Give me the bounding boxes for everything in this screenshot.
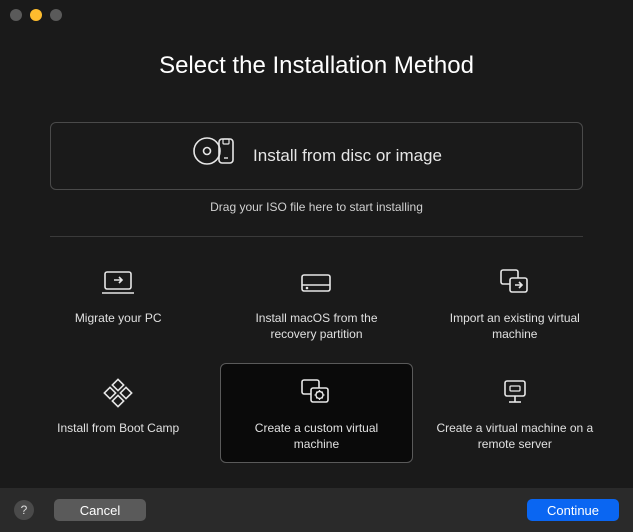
option-migrate-pc[interactable]: Migrate your PC <box>22 253 214 353</box>
option-label: Import an existing virtual machine <box>430 310 600 342</box>
minimize-window-button[interactable] <box>30 9 42 21</box>
option-label: Install from Boot Camp <box>57 420 179 436</box>
option-install-macos-recovery[interactable]: Install macOS from the recovery partitio… <box>220 253 412 353</box>
dropzone-label: Install from disc or image <box>253 146 442 166</box>
page-title: Select the Installation Method <box>0 52 633 80</box>
footer: ? Cancel Continue <box>0 488 633 532</box>
help-button[interactable]: ? <box>14 500 34 520</box>
maximize-window-button[interactable] <box>50 9 62 21</box>
disc-image-icon <box>191 134 239 168</box>
install-from-disc-dropzone[interactable]: Install from disc or image <box>50 122 583 190</box>
option-create-remote-vm[interactable]: Create a virtual machine on a remote ser… <box>419 363 611 463</box>
migrate-pc-icon <box>101 266 135 300</box>
cancel-button[interactable]: Cancel <box>54 499 146 521</box>
option-label: Create a custom virtual machine <box>231 420 401 452</box>
close-window-button[interactable] <box>10 9 22 21</box>
option-create-custom-vm[interactable]: Create a custom virtual machine <box>220 363 412 463</box>
bootcamp-icon <box>103 376 133 410</box>
hard-drive-icon <box>300 266 332 300</box>
option-label: Migrate your PC <box>75 310 162 326</box>
import-vm-icon <box>498 266 532 300</box>
continue-button[interactable]: Continue <box>527 499 619 521</box>
option-label: Install macOS from the recovery partitio… <box>231 310 401 342</box>
option-install-bootcamp[interactable]: Install from Boot Camp <box>22 363 214 463</box>
dropzone-hint: Drag your ISO file here to start install… <box>50 200 583 214</box>
divider <box>50 236 583 237</box>
option-label: Create a virtual machine on a remote ser… <box>430 420 600 452</box>
custom-vm-icon <box>299 376 333 410</box>
titlebar <box>0 0 633 30</box>
options-grid: Migrate your PC Install macOS from the r… <box>0 253 633 463</box>
remote-server-icon <box>500 376 530 410</box>
option-import-existing-vm[interactable]: Import an existing virtual machine <box>419 253 611 353</box>
